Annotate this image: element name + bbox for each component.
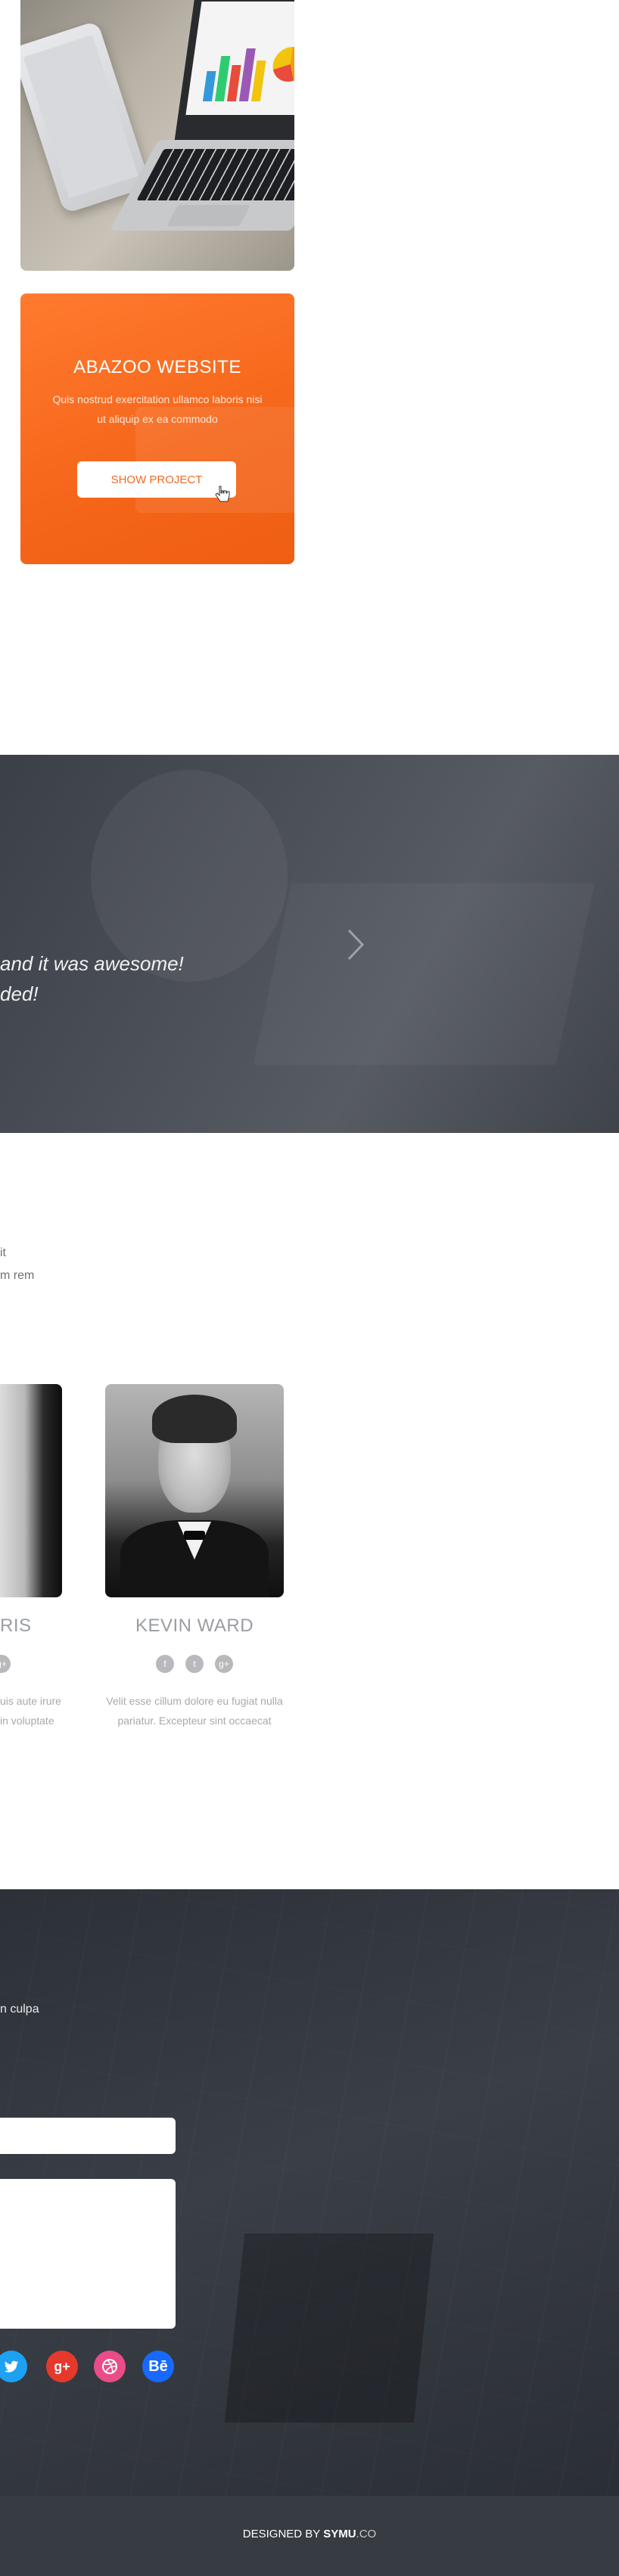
team-member-name: RIS [0,1615,32,1636]
background-window [224,2233,434,2422]
tablet-image [20,20,151,214]
bio-line: uis aute irure [0,1695,61,1707]
contact-input-field[interactable] [0,2118,176,2154]
background-laptop [253,883,595,1065]
google-plus-icon[interactable]: g+ [0,1655,11,1673]
footer-brand-link[interactable]: SYMU [323,2528,356,2540]
show-project-button[interactable]: SHOW PROJECT [77,461,236,498]
portrait-hair [152,1395,237,1443]
contact-section: n culpa g+ Bē [0,1889,619,2496]
team-intro-text: it m rem [0,1242,34,1287]
contact-text: n culpa [0,2003,39,2016]
footer: DESIGNED BY SYMU.CO [0,2496,619,2576]
portfolio-card-abazoo: ABAZOO WEBSITE Quis nostrud exercitation… [20,293,294,564]
twitter-icon[interactable]: t [185,1655,204,1673]
team-member-name: KEVIN WARD [135,1615,254,1636]
team-member-photo [0,1384,62,1597]
chevron-right-icon[interactable] [344,926,367,964]
hand-cursor-icon [215,486,230,502]
google-plus-icon[interactable]: g+ [46,2351,78,2382]
bio-line: in voluptate [0,1715,54,1727]
intro-line-2: m rem [0,1269,35,1282]
footer-credit: DESIGNED BY SYMU.CO [0,2528,619,2540]
team-member-bio: Velit esse cillum dolore eu fugiat nulla… [95,1691,294,1730]
footer-prefix: DESIGNED BY [242,2528,324,2540]
tablet-screen [23,35,138,199]
laptop-screen [185,2,294,115]
quote-line-2: ded! [0,982,39,1005]
google-plus-icon[interactable]: g+ [215,1655,233,1673]
project-title: ABAZOO WEBSITE [73,357,241,377]
footer-suffix: .CO [356,2528,377,2540]
pie-chart-graphic [270,47,294,82]
contact-message-field[interactable] [0,2179,176,2329]
bio-line: Velit esse cillum dolore eu fugiat nulla [106,1695,283,1707]
behance-icon[interactable]: Bē [142,2351,174,2382]
team-member-bio: uis aute irure in voluptate [0,1691,61,1730]
project-description: Quis nostrud exercitation ullamco labori… [52,393,263,425]
bio-line: pariatur. Excepteur sint occaecat [117,1715,272,1727]
facebook-icon[interactable]: f [156,1655,174,1673]
testimonial-section: and it was awesome! ded! [0,755,619,1133]
portrait-bowtie [184,1531,205,1540]
team-member-photo [105,1384,284,1597]
intro-line-1: it [0,1246,6,1259]
portfolio-card-photo[interactable] [20,0,294,271]
quote-line-1: and it was awesome! [0,952,184,975]
testimonial-quote: and it was awesome! ded! [0,948,184,1009]
dribbble-icon[interactable] [94,2351,126,2382]
